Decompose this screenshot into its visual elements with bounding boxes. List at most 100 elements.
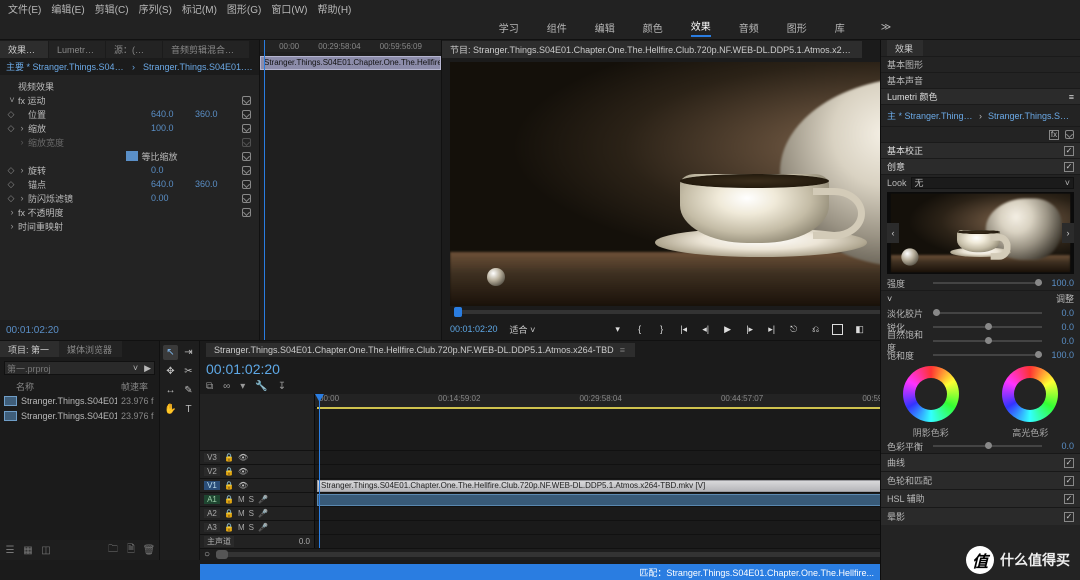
tab-audio-clip-mixer[interactable]: 音频剪辑混合器：Stranger.Things.S04E01.Chapter.O… [163,41,249,58]
hand-tool[interactable]: ✋ [163,402,178,417]
reset-icon[interactable] [242,96,251,105]
prop-scale[interactable]: 缩放 [28,122,151,135]
section-enable-checkbox[interactable] [1064,162,1074,172]
track-label-v2[interactable]: V2 [204,467,220,476]
reset-icon[interactable] [242,152,251,161]
work-area-bar[interactable] [317,407,930,409]
lift-button[interactable]: ⎋ [787,322,801,336]
add-marker-button[interactable]: ▾ [611,322,625,336]
section-basic-correction[interactable]: 基本校正 [887,144,923,157]
prop-position[interactable]: 位置 [28,108,151,121]
slider-sharpen[interactable] [933,326,1042,328]
track-label-v1[interactable]: V1 [204,481,220,490]
workspace-graphics[interactable]: 图形 [787,20,807,35]
workspace-editing[interactable]: 编辑 [595,20,615,35]
checkbox-uniform-scale[interactable] [126,151,138,161]
linked-selection-icon[interactable]: ∞ [223,381,230,392]
workspace-learn[interactable]: 学习 [499,20,519,35]
effect-controls-timecode[interactable]: 00:01:02:20 [0,320,259,340]
group-motion[interactable]: fx 运动 [18,94,239,107]
tab-program-monitor[interactable]: 节目: Stranger.Things.S04E01.Chapter.One.T… [442,41,862,58]
track-label-a2[interactable]: A2 [204,509,220,518]
workspace-more-icon[interactable]: ≫ [881,22,891,33]
slider-faded-value[interactable]: 0.0 [1046,308,1074,318]
next-look-button[interactable]: › [1062,223,1074,243]
timeline-clip-a1[interactable] [317,494,930,506]
prop-position-y[interactable]: 360.0 [195,109,239,119]
menu-graphics[interactable]: 图形(G) [223,1,265,16]
new-item-icon[interactable]: 🗎 [125,544,137,556]
slider-vibrance[interactable] [933,340,1042,342]
mark-out-button[interactable]: } [655,322,669,336]
tab-project[interactable]: 项目: 第一 [0,341,59,357]
group-opacity[interactable]: fx 不透明度 [18,206,239,219]
export-frame-button[interactable] [831,322,845,336]
reset-icon[interactable] [242,110,251,119]
prop-scale-val[interactable]: 100.0 [151,123,195,133]
lumetri-src-clip[interactable]: Stranger.Things.S04E01.Chap... [988,111,1074,121]
comparison-view-button[interactable]: ◧ [853,322,867,336]
selection-tool[interactable]: ↖ [163,345,178,360]
icon-view-icon[interactable]: ▦ [22,544,34,556]
slider-vibrance-value[interactable]: 0.0 [1046,336,1074,346]
program-timecode[interactable]: 00:01:02:20 [450,324,498,334]
project-item[interactable]: Stranger.Things.S04E01.Cha23.976 f [4,408,155,423]
new-bin-icon[interactable]: 🗀 [107,544,119,556]
tab-lumetri-scopes[interactable]: Lumetri 范围 [49,41,105,58]
col-name[interactable]: 名称 [4,380,121,393]
reset-icon[interactable] [242,166,251,175]
adjust-group[interactable]: 调整 [1056,292,1074,305]
prop-antiflicker[interactable]: 防闪烁滤镜 [28,192,151,205]
tab-source-none[interactable]: 源：(无剪辑) [106,41,162,58]
filter-icon[interactable]: ▶ [141,363,154,374]
chevron-down-icon[interactable]: ˅ [130,363,141,373]
lock-icon[interactable]: 🔒 [224,495,234,504]
reset-icon[interactable] [242,194,251,203]
timeline-settings-icon[interactable]: 🔧 [255,381,267,392]
track-label-v3[interactable]: V3 [204,453,220,462]
program-fit-dropdown[interactable]: 适合 ˅ [510,323,536,336]
snap-icon[interactable]: ⧉ [206,381,213,392]
step-forward-button[interactable]: |▸ [743,322,757,336]
track-label-master[interactable]: 主声道 [204,536,234,547]
panel-menu-icon[interactable]: ≡ [1069,92,1074,102]
section-hsl-secondary[interactable]: HSL 辅助 [887,492,925,505]
lock-icon[interactable]: 🔒 [224,481,234,490]
slider-saturation-value[interactable]: 100.0 [1046,350,1074,360]
razor-tool[interactable]: ✂ [181,364,196,379]
toggle-output-icon[interactable]: 👁 [238,481,248,490]
lock-icon[interactable]: 🔒 [224,467,234,476]
section-enable-checkbox[interactable] [1064,146,1074,156]
essential-graphics-link[interactable]: 基本图形 [887,58,923,71]
workspace-color[interactable]: 颜色 [643,20,663,35]
reset-icon[interactable] [242,208,251,217]
prop-position-x[interactable]: 640.0 [151,109,195,119]
reset-icon[interactable] [242,124,251,133]
toggle-output-icon[interactable]: 👁 [238,453,248,462]
voiceover-icon[interactable]: 🎤 [258,509,268,518]
extract-button[interactable]: ⎌ [809,322,823,336]
workspace-effects[interactable]: 效果 [691,18,711,37]
lock-icon[interactable]: 🔒 [224,523,234,532]
freeform-view-icon[interactable]: ◫ [40,544,52,556]
master-gain[interactable]: 0.0 [299,537,310,546]
toggle-output-icon[interactable]: 👁 [238,467,248,476]
essential-sound-link[interactable]: 基本声音 [887,74,923,87]
timeline-clip-v1[interactable]: Stranger.Things.S04E01.Chapter.One.The.H… [317,480,930,492]
section-creative[interactable]: 创意 [887,160,905,173]
highlight-tint-wheel[interactable] [1002,366,1058,422]
slip-tool[interactable]: ↔ [163,383,178,398]
fx-mini-clip[interactable]: Stranger.Things.S04E01.Chapter.One.The.H… [260,56,441,70]
list-view-icon[interactable]: ☰ [4,544,16,556]
lock-icon[interactable]: 🔒 [224,509,234,518]
workspace-libraries[interactable]: 库 [835,20,845,35]
look-dropdown[interactable]: 无˅ [911,177,1074,189]
slider-faded[interactable]: .strack:not(.mid):not(.max)::after{left:… [933,312,1042,314]
menu-help[interactable]: 帮助(H) [313,1,355,16]
section-enable-checkbox[interactable] [1064,494,1074,504]
voiceover-icon[interactable]: 🎤 [258,495,268,504]
ripple-edit-tool[interactable]: ✥ [163,364,178,379]
group-timeremap[interactable]: 时间重映射 [18,220,253,233]
prop-anchor[interactable]: 锚点 [28,178,151,191]
voiceover-icon[interactable]: 🎤 [258,523,268,532]
